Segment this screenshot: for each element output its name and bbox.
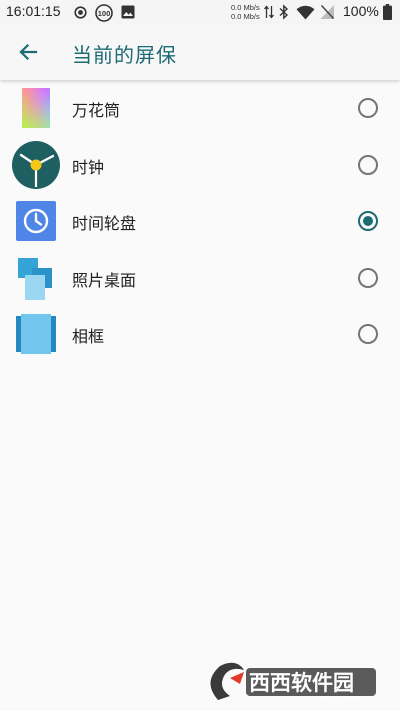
screensaver-label: 时间轮盘 xyxy=(72,214,137,233)
battery-percent: 100% xyxy=(343,3,379,19)
radio-off-icon[interactable] xyxy=(357,97,379,119)
screensaver-item-photo-table[interactable]: 照片桌面 xyxy=(0,250,400,307)
wifi-icon xyxy=(296,5,315,20)
screensaver-label: 相框 xyxy=(72,327,105,346)
screensaver-label: 时钟 xyxy=(72,157,105,177)
watermark-site: CR173.COM xyxy=(318,696,358,703)
arrow-back-icon xyxy=(19,43,38,61)
app-bar: 当前的屏保 xyxy=(0,24,400,80)
record-icon xyxy=(74,6,87,19)
net-speed-down: 0.0 Mb/s xyxy=(231,12,260,21)
notification-count: 100 xyxy=(98,9,111,18)
signal-icon xyxy=(320,4,335,20)
screensaver-item-clock-wheel[interactable]: 时间轮盘 xyxy=(0,193,400,250)
photo-table-icon xyxy=(18,257,52,300)
clock-icon xyxy=(12,140,60,189)
net-speed: 0.0 Mb/s 0.0 Mb/s xyxy=(231,3,260,21)
radio-off-icon[interactable] xyxy=(357,267,379,289)
screensaver-list: 万花筒 时钟 时间轮盘 照片桌面 相框 xyxy=(0,80,400,363)
radio-off-icon[interactable] xyxy=(357,154,379,176)
bluetooth-icon xyxy=(279,4,289,20)
watermark-brand: 西西软件园 xyxy=(249,671,354,695)
image-icon xyxy=(121,5,135,19)
battery-icon xyxy=(383,4,392,20)
screensaver-label: 万花筒 xyxy=(72,101,121,120)
screensaver-label: 照片桌面 xyxy=(72,270,137,290)
status-bar: 16:01:15 100 0.0 Mb/s 0.0 Mb/s 100% xyxy=(0,0,400,24)
page-title: 当前的屏保 xyxy=(72,43,177,67)
screensaver-item-photo-frame[interactable]: 相框 xyxy=(0,306,400,363)
back-button[interactable] xyxy=(6,30,50,74)
photo-frame-icon xyxy=(16,314,56,354)
notification-count-icon: 100 xyxy=(95,4,113,22)
net-speed-up: 0.0 Mb/s xyxy=(231,3,260,12)
watermark-logo: 西西软件园 CR173.COM xyxy=(210,662,376,703)
screensaver-item-kaleidoscope[interactable]: 万花筒 xyxy=(0,80,400,137)
radio-on-icon[interactable] xyxy=(357,210,379,232)
status-time: 16:01:15 xyxy=(6,3,61,19)
kaleidoscope-icon xyxy=(22,88,50,128)
screensaver-item-clock[interactable]: 时钟 xyxy=(0,137,400,194)
radio-off-icon[interactable] xyxy=(357,323,379,345)
data-transfer-icon xyxy=(264,5,274,19)
clock-wheel-icon xyxy=(16,201,56,241)
